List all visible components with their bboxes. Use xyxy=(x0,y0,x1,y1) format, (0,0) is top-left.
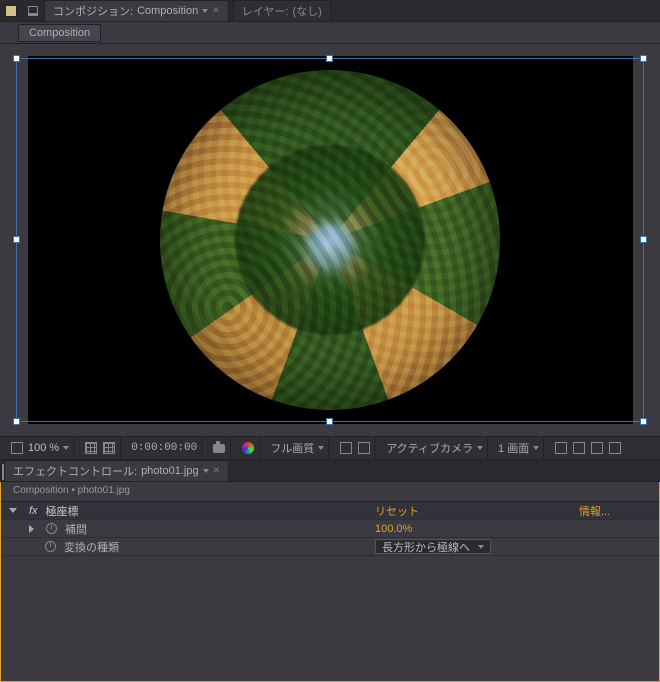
composition-icon xyxy=(2,2,20,20)
tab-close-icon[interactable]: ✕ xyxy=(212,5,220,16)
composition-viewer xyxy=(0,44,660,436)
fx-tab-prefix: エフェクトコントロール: xyxy=(13,463,137,479)
camera-icon[interactable] xyxy=(212,441,226,455)
camera-label: アクティブカメラ xyxy=(386,440,473,456)
grid2-icon xyxy=(102,441,116,455)
effect-name[interactable]: 極座標 xyxy=(46,503,79,519)
fx-twirl-icon[interactable] xyxy=(9,508,17,513)
fx-path-file: photo01.jpg xyxy=(78,485,130,496)
tab-layer-prefix: レイヤー: xyxy=(242,3,289,19)
timecode-segment[interactable]: 0:00:00:00 xyxy=(127,437,202,459)
handle-top-right[interactable] xyxy=(640,55,647,62)
pixel-aspect-icon[interactable] xyxy=(554,441,568,455)
effect-info-link[interactable]: 情報... xyxy=(579,506,610,518)
views-segment[interactable]: 1 画面 xyxy=(494,437,544,459)
grid-icon xyxy=(84,441,98,455)
tab-composition-prefix: コンポジション: xyxy=(53,3,133,19)
fx-header-row[interactable]: fx 極座標 リセット 情報... xyxy=(1,502,659,520)
interp-value[interactable]: 100.0% xyxy=(375,523,412,535)
transparent-grid-icon[interactable] xyxy=(339,441,353,455)
effects-panel: Composition • photo01.jpg fx 極座標 リセット 情報… xyxy=(0,482,660,682)
layer-selection-outline xyxy=(16,58,644,422)
fx-path-sep: • xyxy=(69,485,78,496)
fx-tab-file: photo01.jpg xyxy=(141,465,199,477)
zoom-caret-icon[interactable] xyxy=(63,446,69,450)
quality-caret-icon[interactable] xyxy=(318,446,324,450)
camera-segment[interactable]: アクティブカメラ xyxy=(382,437,488,459)
tab-layer[interactable]: レイヤー: (なし) xyxy=(233,0,331,22)
handle-mid-right[interactable] xyxy=(640,236,647,243)
fx-tab-close-icon[interactable]: ✕ xyxy=(213,465,221,476)
snapshot-segment[interactable] xyxy=(208,437,231,459)
res-segment[interactable] xyxy=(80,437,121,459)
fx-badge[interactable]: fx xyxy=(25,505,42,517)
handle-top-mid[interactable] xyxy=(326,55,333,62)
tab-dropdown-caret-icon[interactable] xyxy=(202,9,208,13)
channel-segment[interactable] xyxy=(237,437,260,459)
fx-path-comp: Composition xyxy=(13,485,69,496)
tab-composition[interactable]: コンポジション: Composition ✕ xyxy=(44,0,229,22)
fx-tab-caret-icon[interactable] xyxy=(203,469,209,473)
lock-icon[interactable] xyxy=(24,2,42,20)
timeline-icon[interactable] xyxy=(590,441,604,455)
effects-path: Composition • photo01.jpg xyxy=(1,482,659,502)
camera-caret-icon[interactable] xyxy=(477,446,483,450)
quality-segment[interactable]: フル画質 xyxy=(266,437,329,459)
stopwatch-icon[interactable] xyxy=(46,523,57,534)
quality-label: フル画質 xyxy=(270,440,314,456)
effects-tabbar: エフェクトコントロール: photo01.jpg ✕ xyxy=(0,460,660,482)
handle-bot-left[interactable] xyxy=(13,418,20,425)
stopwatch-type-icon[interactable] xyxy=(45,541,56,552)
effect-reset-link[interactable]: リセット xyxy=(375,506,419,518)
mask-icon[interactable] xyxy=(357,441,371,455)
tab-layer-name: (なし) xyxy=(292,3,321,19)
square-icon xyxy=(10,441,24,455)
zoom-value[interactable]: 100 % xyxy=(28,442,59,454)
handle-bot-right[interactable] xyxy=(640,418,647,425)
canvas-wrap[interactable] xyxy=(8,52,652,428)
fast-preview-icon[interactable] xyxy=(572,441,586,455)
rgb-icon[interactable] xyxy=(241,441,255,455)
view-icons-segment[interactable] xyxy=(335,437,376,459)
flowchart-icon[interactable] xyxy=(608,441,622,455)
tab-composition-name: Composition xyxy=(137,5,198,17)
interp-twirl-icon[interactable] xyxy=(29,525,34,533)
handle-mid-left[interactable] xyxy=(13,236,20,243)
type-label: 変換の種類 xyxy=(64,539,119,555)
breadcrumb-composition[interactable]: Composition xyxy=(18,24,101,42)
composition-tabbar: コンポジション: Composition ✕ レイヤー: (なし) xyxy=(0,0,660,22)
composition-breadcrumb-bar: Composition xyxy=(0,22,660,44)
timecode[interactable]: 0:00:00:00 xyxy=(131,442,197,454)
interp-label: 補間 xyxy=(65,521,87,537)
fx-row-type: 変換の種類 長方形から極線へ xyxy=(1,538,659,556)
viewer-statusbar: 100 % 0:00:00:00 フル画質 アクティブカメラ 1 画面 xyxy=(0,436,660,460)
type-select[interactable]: 長方形から極線へ xyxy=(375,539,491,554)
type-caret-icon xyxy=(478,545,484,549)
tab-effect-controls[interactable]: エフェクトコントロール: photo01.jpg ✕ xyxy=(4,460,229,482)
zoom-segment[interactable]: 100 % xyxy=(6,437,74,459)
handle-top-left[interactable] xyxy=(13,55,20,62)
views-caret-icon[interactable] xyxy=(533,446,539,450)
fx-row-interpolation: 補間 100.0% xyxy=(1,520,659,538)
effects-body: fx 極座標 リセット 情報... 補間 100.0% xyxy=(1,502,659,556)
views-label: 1 画面 xyxy=(498,440,529,456)
type-value: 長方形から極線へ xyxy=(382,539,470,555)
extra-icons-segment[interactable] xyxy=(550,437,626,459)
handle-bot-mid[interactable] xyxy=(326,418,333,425)
